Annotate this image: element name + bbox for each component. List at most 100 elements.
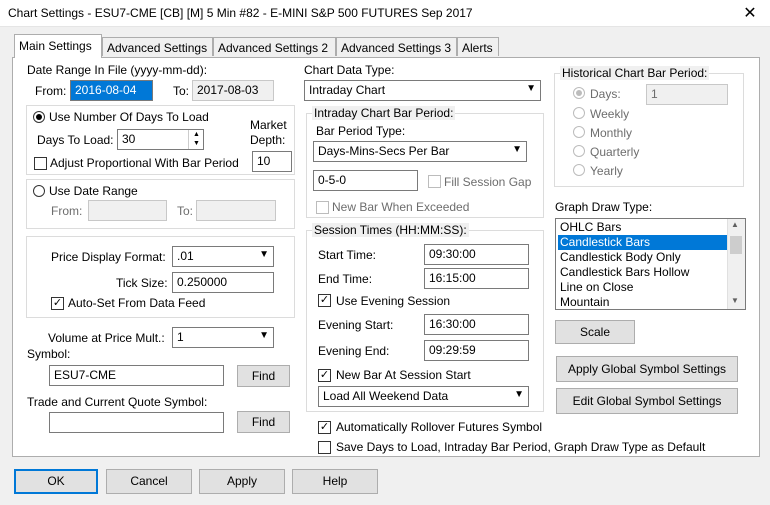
tick-size-label: Tick Size: <box>116 276 168 290</box>
use-number-of-days-label: Use Number Of Days To Load <box>49 110 209 124</box>
volume-mult-value: 1 <box>177 330 184 344</box>
apply-global-settings-button[interactable]: Apply Global Symbol Settings <box>556 356 738 382</box>
autoset-checkbox[interactable]: ✓ <box>51 297 64 310</box>
historical-quarterly-radio <box>573 145 585 157</box>
historical-days-radio <box>573 87 585 99</box>
list-item[interactable]: Line on Close <box>558 280 730 295</box>
date-to-field: 2017-08-03 <box>192 80 274 101</box>
scroll-thumb[interactable] <box>730 236 742 254</box>
save-default-label: Save Days to Load, Intraday Bar Period, … <box>336 440 706 454</box>
range-to-field <box>196 200 276 221</box>
from-label: From: <box>35 84 67 98</box>
bar-period-type-dropdown[interactable]: Days-Mins-Secs Per Bar ▼ <box>313 141 527 162</box>
trade-symbol-input[interactable] <box>49 412 224 433</box>
historical-quarterly-label: Quarterly <box>590 145 640 159</box>
tab-advanced-settings-3[interactable]: Advanced Settings 3 <box>336 37 457 56</box>
bar-period-type-label: Bar Period Type: <box>316 124 406 138</box>
trade-symbol-find-button[interactable]: Find <box>237 411 290 433</box>
window-title: Chart Settings - ESU7-CME [CB] [M] 5 Min… <box>8 6 473 20</box>
scale-button[interactable]: Scale <box>555 320 635 344</box>
apply-button[interactable]: Apply <box>199 469 285 494</box>
historical-monthly-radio <box>573 126 585 138</box>
intraday-legend: Intraday Chart Bar Period: <box>312 106 456 120</box>
save-default-checkbox[interactable] <box>318 441 331 454</box>
adjust-proportional-label: Adjust Proportional With Bar Period <box>50 156 239 170</box>
market-depth-label-2: Depth: <box>250 133 286 147</box>
price-format-dropdown[interactable]: .01 ▼ <box>172 246 274 267</box>
end-time-label: End Time: <box>318 272 373 286</box>
use-date-range-radio[interactable] <box>33 185 45 197</box>
scroll-up-icon[interactable]: ▲ <box>731 220 739 229</box>
chevron-down-icon: ▼ <box>512 144 522 155</box>
bar-period-type-value: Days-Mins-Secs Per Bar <box>318 144 450 158</box>
list-item[interactable]: OHLC Bars <box>558 220 730 235</box>
chart-data-type-label: Chart Data Type: <box>304 63 395 77</box>
spin-up-icon[interactable]: ▲ <box>189 130 204 139</box>
fill-session-gap-checkbox <box>428 175 441 188</box>
title-bar: Chart Settings - ESU7-CME [CB] [M] 5 Min… <box>0 0 770 27</box>
help-button[interactable]: Help <box>292 469 378 494</box>
close-icon[interactable]: ✕ <box>740 3 760 23</box>
graph-list-scrollbar[interactable]: ▲ ▼ <box>727 219 745 309</box>
new-bar-session-start-checkbox[interactable]: ✓ <box>318 369 331 382</box>
use-evening-session-checkbox[interactable]: ✓ <box>318 294 331 307</box>
trade-symbol-label: Trade and Current Quote Symbol: <box>27 395 208 409</box>
symbol-input[interactable]: ESU7-CME <box>49 365 224 386</box>
bar-period-input[interactable]: 0-5-0 <box>313 170 418 191</box>
new-bar-session-start-label: New Bar At Session Start <box>336 368 471 382</box>
cancel-button[interactable]: Cancel <box>106 469 192 494</box>
tab-main-settings[interactable]: Main Settings <box>14 34 102 58</box>
symbol-find-button[interactable]: Find <box>237 365 290 387</box>
chevron-down-icon: ▼ <box>259 249 269 260</box>
ok-button[interactable]: OK <box>14 469 98 494</box>
auto-rollover-checkbox[interactable]: ✓ <box>318 421 331 434</box>
evening-start-input[interactable]: 16:30:00 <box>424 314 529 335</box>
tab-advanced-settings[interactable]: Advanced Settings <box>102 37 213 56</box>
end-time-input[interactable]: 16:15:00 <box>424 268 529 289</box>
new-bar-exceeded-label: New Bar When Exceeded <box>332 200 470 214</box>
fill-session-gap-label: Fill Session Gap <box>444 175 532 189</box>
chart-data-type-dropdown[interactable]: Intraday Chart ▼ <box>304 80 541 101</box>
historical-days-label: Days: <box>590 87 621 101</box>
range-from-field <box>88 200 167 221</box>
range-from-label: From: <box>51 204 83 218</box>
evening-end-input[interactable]: 09:29:59 <box>424 340 529 361</box>
historical-yearly-label: Yearly <box>590 164 623 178</box>
volume-mult-label: Volume at Price Mult.: <box>48 331 165 345</box>
chevron-down-icon: ▼ <box>259 330 269 341</box>
historical-monthly-label: Monthly <box>590 126 633 140</box>
volume-mult-dropdown[interactable]: 1 ▼ <box>172 327 274 348</box>
weekend-data-value: Load All Weekend Data <box>323 389 449 403</box>
tab-alerts[interactable]: Alerts <box>457 37 499 56</box>
adjust-proportional-checkbox[interactable] <box>34 157 47 170</box>
days-spinner[interactable]: ▲ ▼ <box>188 130 204 149</box>
scroll-down-icon[interactable]: ▼ <box>731 296 739 305</box>
use-evening-session-label: Use Evening Session <box>336 294 451 308</box>
historical-weekly-label: Weekly <box>590 107 630 121</box>
start-time-input[interactable]: 09:30:00 <box>424 244 529 265</box>
historical-days-input: 1 <box>646 84 728 105</box>
historical-yearly-radio <box>573 164 585 176</box>
session-legend: Session Times (HH:MM:SS): <box>312 223 469 237</box>
edit-global-settings-button[interactable]: Edit Global Symbol Settings <box>556 388 738 414</box>
list-item[interactable]: Candlestick Bars <box>558 235 730 250</box>
evening-start-label: Evening Start: <box>318 318 394 332</box>
to-label: To: <box>173 84 190 98</box>
list-item[interactable]: Candlestick Body Only <box>558 250 730 265</box>
chart-data-type-value: Intraday Chart <box>309 83 386 97</box>
weekend-data-dropdown[interactable]: Load All Weekend Data ▼ <box>318 386 529 407</box>
auto-rollover-label: Automatically Rollover Futures Symbol <box>336 420 543 434</box>
use-number-of-days-radio[interactable] <box>33 111 45 123</box>
start-time-label: Start Time: <box>318 248 377 262</box>
tick-size-input[interactable]: 0.250000 <box>172 272 274 293</box>
price-format-label: Price Display Format: <box>51 250 166 264</box>
list-item[interactable]: Mountain <box>558 295 730 309</box>
spin-down-icon[interactable]: ▼ <box>189 139 204 148</box>
market-depth-input[interactable]: 10 <box>252 151 292 172</box>
market-depth-label: Market <box>250 118 287 132</box>
list-item[interactable]: Candlestick Bars Hollow <box>558 265 730 280</box>
graph-draw-type-list[interactable]: OHLC Bars Candlestick Bars Candlestick B… <box>555 218 746 310</box>
tab-advanced-settings-2[interactable]: Advanced Settings 2 <box>213 37 336 56</box>
evening-end-label: Evening End: <box>318 344 390 358</box>
date-from-field[interactable]: 2016-08-04 <box>70 80 153 101</box>
